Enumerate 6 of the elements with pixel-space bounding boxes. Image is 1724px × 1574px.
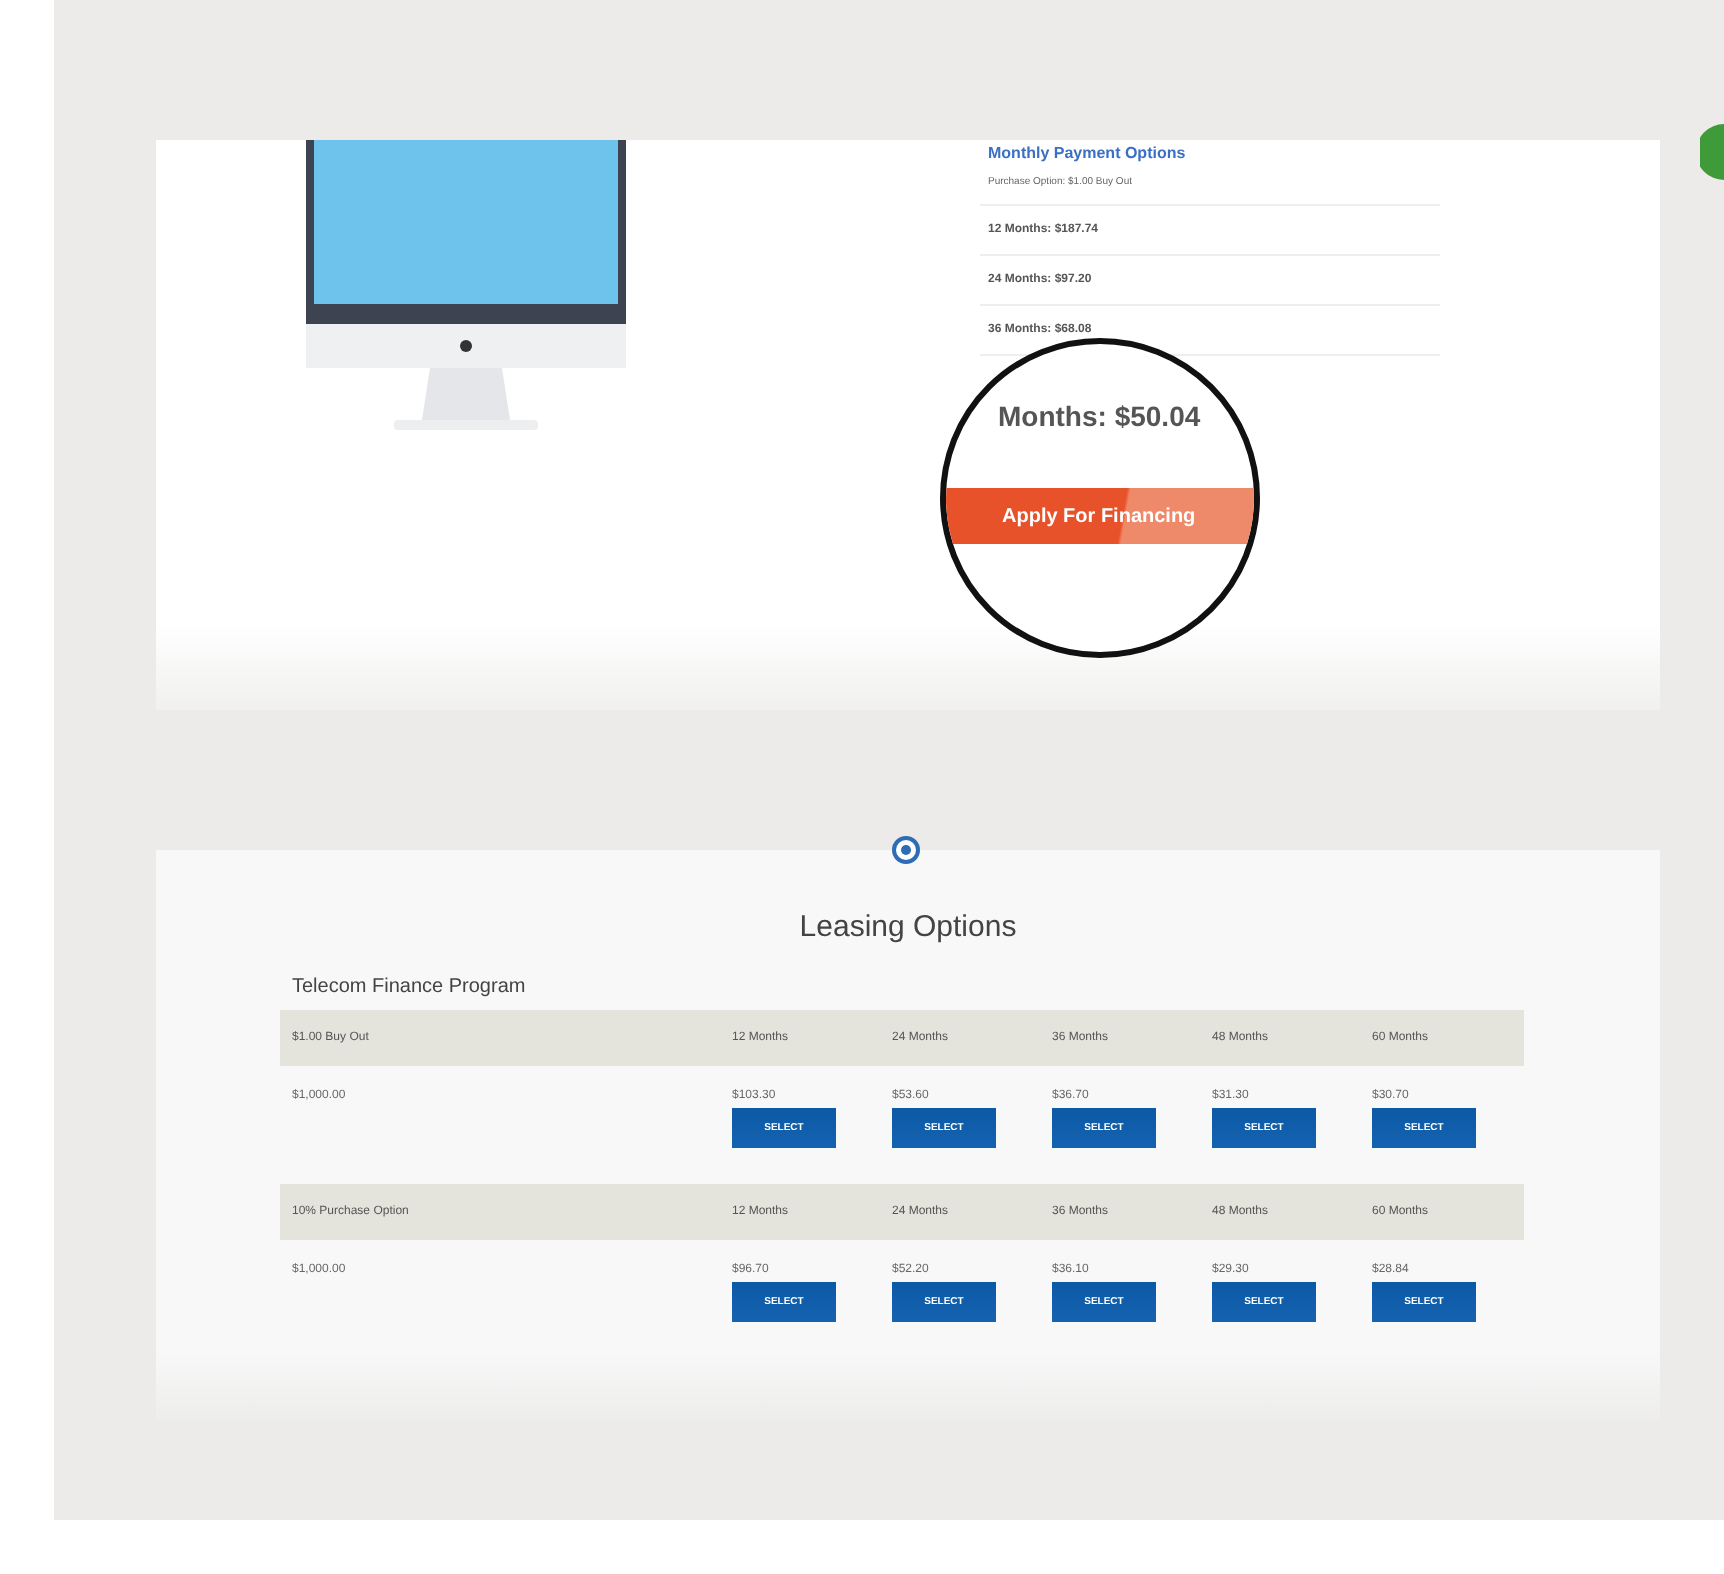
payment-term-text: Months: $50.04 <box>998 400 1201 432</box>
section-heading: Monthly Payment Options <box>986 142 1188 164</box>
section-title: Leasing Options <box>799 910 1017 944</box>
circle-icon <box>892 836 920 864</box>
program-name: Telecom Finance Program <box>292 976 526 998</box>
apply-financing-button[interactable]: Apply For Financing <box>946 488 1254 544</box>
